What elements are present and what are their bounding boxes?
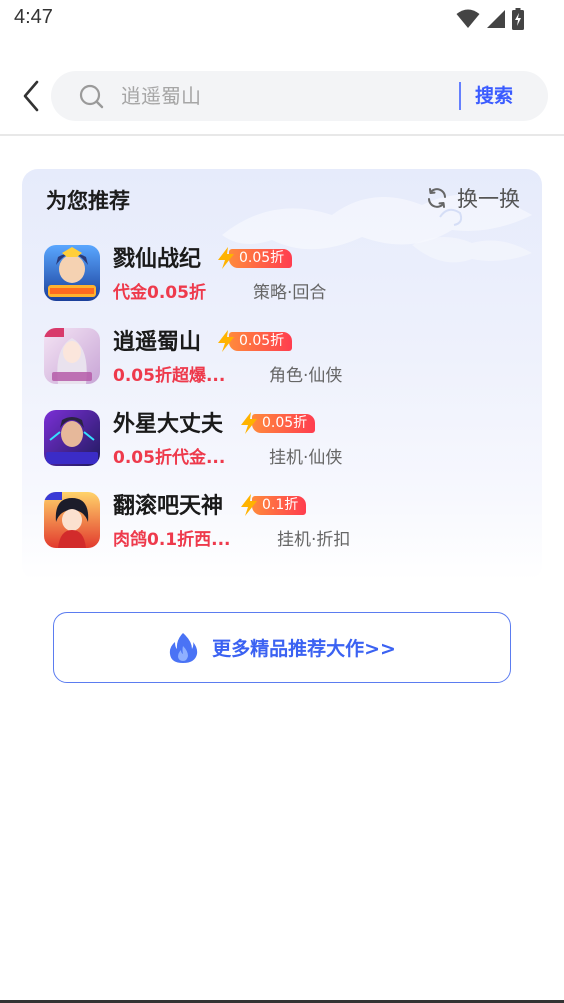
more-recommendations-label: 更多精品推荐大作>> xyxy=(212,638,396,660)
more-recommendations-button[interactable]: 更多精品推荐大作>> xyxy=(53,612,511,683)
game-name: 翻滚吧天神 xyxy=(113,494,224,519)
search-header: 搜索 xyxy=(0,60,564,136)
search-divider xyxy=(459,82,461,110)
discount-tag-label: 0.05折 xyxy=(252,413,316,433)
search-box[interactable]: 搜索 xyxy=(51,71,548,121)
wifi-icon xyxy=(456,9,480,28)
recommend-title: 为您推荐 xyxy=(46,189,130,213)
signal-icon xyxy=(487,10,505,28)
chevron-left-icon xyxy=(23,80,39,112)
discount-tag-label: 0.05折 xyxy=(229,331,293,351)
game-icon-fangun xyxy=(44,492,100,548)
refresh-button[interactable]: 换一换 xyxy=(425,183,520,213)
game-list-item[interactable]: 外星大丈夫 0.05折 0.05折代金... 挂机·仙侠 xyxy=(44,410,524,470)
game-icon-luxian xyxy=(44,245,100,301)
game-list-item[interactable]: 翻滚吧天神 0.1折 肉鸽0.1折西... 挂机·折扣 xyxy=(44,492,524,552)
game-name: 逍遥蜀山 xyxy=(113,330,202,355)
refresh-icon xyxy=(428,188,446,208)
game-name: 戮仙战纪 xyxy=(113,247,202,272)
game-list-item[interactable]: 戮仙战纪 0.05折 代金0.05折 策略·回合 xyxy=(44,245,524,305)
game-name: 外星大丈夫 xyxy=(113,412,224,437)
status-time: 4:47 xyxy=(14,6,53,28)
search-input[interactable] xyxy=(121,79,451,113)
discount-tag: 0.05折 xyxy=(217,247,293,269)
discount-tag-label: 0.1折 xyxy=(252,495,307,515)
lightning-icon xyxy=(218,247,234,269)
game-promo: 0.05折超爆... xyxy=(113,366,226,386)
battery-charging-icon xyxy=(512,8,524,30)
search-button[interactable]: 搜索 xyxy=(475,81,513,108)
discount-tag: 0.05折 xyxy=(217,330,293,352)
game-promo: 代金0.05折 xyxy=(113,283,206,303)
status-bar: 4:47 xyxy=(0,0,564,40)
game-icon-waixing xyxy=(44,410,100,466)
game-genre: 策略·回合 xyxy=(253,283,327,303)
recommend-card: 为您推荐 换一换 戮仙战纪 0.05折 代金0.05折 策略·回合 逍遥蜀山 0… xyxy=(22,169,542,581)
lightning-icon xyxy=(241,412,257,434)
game-list-item[interactable]: 逍遥蜀山 0.05折 0.05折超爆... 角色·仙侠 xyxy=(44,328,524,388)
fire-icon xyxy=(169,632,198,663)
discount-tag: 0.1折 xyxy=(240,494,307,516)
game-icon-xiaoyao xyxy=(44,328,100,384)
refresh-label: 换一换 xyxy=(457,187,520,211)
discount-tag: 0.05折 xyxy=(240,412,316,434)
game-genre: 挂机·仙侠 xyxy=(269,448,343,468)
search-icon xyxy=(79,84,104,109)
game-promo: 肉鸽0.1折西... xyxy=(113,530,231,550)
discount-tag-label: 0.05折 xyxy=(229,248,293,268)
lightning-icon xyxy=(241,494,257,516)
game-promo: 0.05折代金... xyxy=(113,448,226,468)
back-button[interactable] xyxy=(16,78,46,114)
game-genre: 角色·仙侠 xyxy=(269,366,343,386)
status-icons xyxy=(456,8,524,30)
game-genre: 挂机·折扣 xyxy=(277,530,351,550)
lightning-icon xyxy=(218,330,234,352)
